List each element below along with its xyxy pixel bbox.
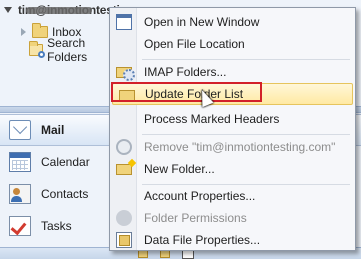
menu-data-file-properties[interactable]: Data File Properties...: [110, 229, 355, 251]
tasks-icon: [9, 216, 31, 236]
redaction-scribble: [26, 7, 92, 14]
permissions-icon: [116, 210, 132, 226]
data-file-icon: [116, 232, 132, 248]
calendar-icon: [9, 152, 31, 172]
window-icon: [116, 14, 132, 30]
menu-account-properties[interactable]: Account Properties...: [110, 185, 355, 207]
menu-update-folder-list[interactable]: Update Folder List: [112, 83, 353, 105]
nav-label: Tasks: [41, 219, 72, 233]
menu-label: IMAP Folders...: [144, 65, 227, 79]
folder-gear-icon: [116, 67, 135, 81]
menu-separator: [142, 134, 350, 135]
menu-new-folder[interactable]: New Folder...: [110, 158, 355, 180]
search-folder-icon: [28, 41, 46, 58]
menu-imap-folders[interactable]: IMAP Folders...: [110, 61, 355, 83]
context-menu: Open in New Window Open File Location IM…: [109, 7, 356, 251]
nav-label: Contacts: [41, 187, 89, 201]
new-folder-icon: [116, 164, 132, 175]
menu-remove-account[interactable]: Remove "tim@inmotiontesting.com": [110, 136, 355, 158]
menu-open-new-window[interactable]: Open in New Window: [110, 11, 355, 33]
menu-label: Data File Properties...: [144, 233, 261, 247]
menu-label: Update Folder List: [145, 87, 244, 101]
menu-label: Remove "tim@inmotiontesting.com": [144, 140, 336, 154]
folder-icon: [119, 90, 135, 101]
folder-icon: [32, 23, 48, 38]
remove-icon: [116, 139, 132, 155]
menu-label: Open File Location: [144, 37, 245, 51]
menu-separator: [142, 59, 350, 60]
menu-label: Open in New Window: [144, 15, 260, 29]
menu-folder-permissions[interactable]: Folder Permissions: [110, 207, 355, 229]
menu-process-marked-headers[interactable]: Process Marked Headers: [110, 108, 355, 130]
mail-icon: [9, 120, 31, 140]
menu-label: Account Properties...: [144, 189, 256, 203]
menu-label: Process Marked Headers: [144, 112, 280, 126]
nav-label: Calendar: [41, 155, 90, 169]
expand-triangle-icon[interactable]: [21, 28, 26, 36]
menu-open-file-location[interactable]: Open File Location: [110, 33, 355, 55]
contacts-icon: [9, 184, 31, 204]
menu-label: Folder Permissions: [144, 211, 247, 225]
collapse-triangle-icon[interactable]: [4, 7, 12, 13]
menu-label: New Folder...: [144, 162, 215, 176]
folder-search-folders[interactable]: Search Folders: [0, 36, 120, 64]
nav-label: Mail: [41, 123, 65, 137]
